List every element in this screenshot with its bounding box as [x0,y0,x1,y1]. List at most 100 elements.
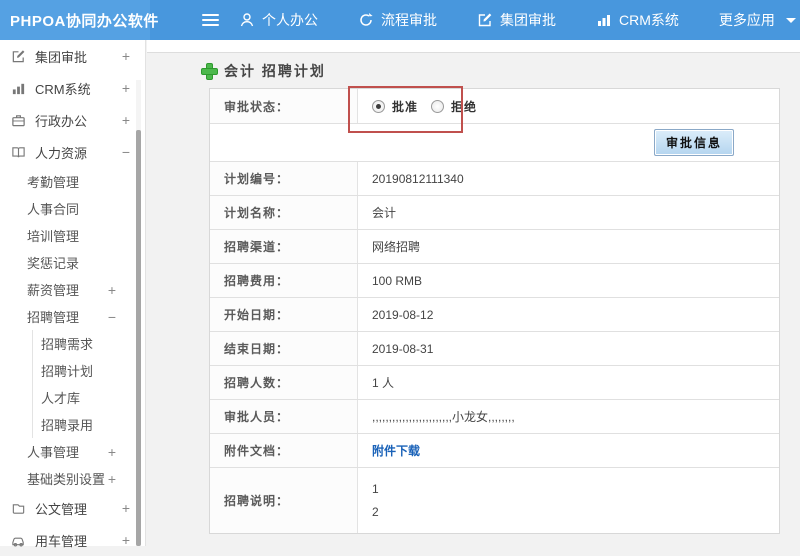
edit-square-icon [10,48,26,64]
content-top-strip [147,40,800,53]
approval-info-button[interactable]: 审批信息 [654,129,734,156]
sidebar-item-label: 薪资管理 [27,280,79,299]
field-label: 审批状态： [210,89,357,123]
edit-square-icon [477,12,493,28]
sidebar-item-attendance-mgmt[interactable]: 考勤管理 [0,168,145,195]
approve-radio-option[interactable]: 批准 [372,98,418,115]
radio-label: 批准 [392,98,418,115]
description-line: 2 [372,505,379,519]
add-plus-icon [201,63,216,78]
nav-label: 流程审批 [381,10,437,30]
nav-personal-office[interactable]: 个人办公 [219,0,338,40]
approval-button-row: 审批信息 [210,123,779,161]
nav-label: CRM系统 [619,10,679,30]
expand-plus-icon[interactable]: + [108,444,116,460]
field-label: 结束日期： [210,332,357,365]
sidebar-item-personnel-mgmt[interactable]: 人事管理 + [0,438,145,465]
reject-radio-option[interactable]: 拒绝 [431,98,477,115]
bar-chart-icon [596,12,612,28]
sidebar-item-label: 基础类别设置 [27,469,105,488]
sidebar-item-salary-mgmt[interactable]: 薪资管理 + [0,276,145,303]
table-row: 审批人员： ,,,,,,,,,,,,,,,,,,,,,,,,小龙女,,,,,,,… [210,399,779,433]
sidebar-item-recruit-plan[interactable]: 招聘计划 [0,357,145,384]
sidebar-item-label: 公文管理 [35,499,87,518]
collapse-minus-icon[interactable]: − [122,144,130,160]
collapse-minus-icon[interactable]: − [108,309,116,325]
field-label: 招聘费用： [210,264,357,297]
field-label: 开始日期： [210,298,357,331]
sidebar-item-recruit-demand[interactable]: 招聘需求 [0,330,145,357]
sidebar-item-label: 招聘管理 [27,307,79,326]
chevron-down-icon [786,18,796,23]
sidebar-item-label: 人事管理 [27,442,79,461]
expand-plus-icon[interactable]: + [122,112,130,128]
attachment-download-link[interactable]: 附件下载 [372,442,420,459]
table-row: 计划名称： 会计 [210,195,779,229]
sidebar-item-label: CRM系统 [35,79,91,98]
table-row: 招聘渠道： 网络招聘 [210,229,779,263]
sidebar-item-reward-records[interactable]: 奖惩记录 [0,249,145,276]
field-label: 审批人员： [210,400,357,433]
nav-label: 更多应用 [719,10,775,30]
sidebar-item-label: 行政办公 [35,111,87,130]
nav-crm-system[interactable]: CRM系统 [576,0,699,40]
sidebar-item-talent-pool[interactable]: 人才库 [0,384,145,411]
sidebar-item-label: 招聘需求 [41,334,93,353]
sidebar-item-label: 培训管理 [27,226,79,245]
page-title-row: 会计 招聘计划 [201,62,800,79]
sidebar-item-crm-system[interactable]: CRM系统 + [0,72,145,104]
sidebar-item-recruit-mgmt[interactable]: 招聘管理 − [0,303,145,330]
nav-label: 个人办公 [262,10,318,30]
radio-label: 拒绝 [451,98,477,115]
sidebar-item-label: 人才库 [41,388,80,407]
book-icon [10,144,26,160]
sidebar-item-recruit-hire[interactable]: 招聘录用 [0,411,145,438]
sidebar-item-label: 人力资源 [35,143,87,162]
recruit-plan-detail-panel: 审批状态： 批准 拒绝 审批信息 计划编号： 20190812111340 计划… [209,88,780,534]
approval-options-cell: 批准 拒绝 [357,89,779,123]
expand-plus-icon[interactable]: + [122,500,130,516]
app-logo: PHPOA协同办公软件 [0,0,150,40]
expand-plus-icon[interactable]: + [122,48,130,64]
field-value: ,,,,,,,,,,,,,,,,,,,,,,,,小龙女,,,,,,,, [357,400,779,433]
hamburger-menu-icon[interactable] [202,0,219,40]
sidebar-item-label: 招聘计划 [41,361,93,380]
attachment-row: 附件文档： 附件下载 [210,433,779,467]
top-navigation: 个人办公 流程审批 集团审批 CRM系统 更多应用 [219,0,800,40]
expand-plus-icon[interactable]: + [122,80,130,96]
sidebar-scrollbar-thumb[interactable] [136,130,141,546]
sidebar-item-admin-office[interactable]: 行政办公 + [0,104,145,136]
table-row: 招聘人数： 1 人 [210,365,779,399]
field-label: 招聘说明： [210,468,357,533]
nav-label: 集团审批 [500,10,556,30]
approval-status-row: 审批状态： 批准 拒绝 [210,89,779,123]
sidebar-item-group-approval[interactable]: 集团审批 + [0,40,145,72]
nav-more-apps[interactable]: 更多应用 [699,0,800,40]
table-row: 计划编号： 20190812111340 [210,161,779,195]
description-line: 1 [372,482,379,496]
radio-button-approve[interactable] [372,100,385,113]
nav-process-approval[interactable]: 流程审批 [338,0,457,40]
table-row: 开始日期： 2019-08-12 [210,297,779,331]
document-icon [10,500,26,516]
field-value: 20190812111340 [357,162,779,195]
field-value: 2019-08-12 [357,298,779,331]
description-cell: 1 2 [357,468,779,533]
sidebar-item-label: 招聘录用 [41,415,93,434]
expand-plus-icon[interactable]: + [108,282,116,298]
field-label: 计划编号： [210,162,357,195]
person-icon [239,12,255,28]
expand-plus-icon[interactable]: + [108,471,116,487]
nav-group-approval[interactable]: 集团审批 [457,0,576,40]
sidebar-item-document-mgmt[interactable]: 公文管理 + [0,492,145,524]
sidebar-item-human-resources[interactable]: 人力资源 − [0,136,145,168]
process-arrow-icon [358,12,374,28]
sidebar-item-label: 集团审批 [35,47,87,66]
sidebar-item-base-category-settings[interactable]: 基础类别设置 + [0,465,145,492]
sidebar-item-training-mgmt[interactable]: 培训管理 [0,222,145,249]
sidebar-item-vehicle-mgmt[interactable]: 用车管理 + [0,524,145,556]
field-label: 附件文档： [210,434,357,467]
radio-button-reject[interactable] [431,100,444,113]
field-label: 招聘人数： [210,366,357,399]
sidebar-item-hr-contract[interactable]: 人事合同 [0,195,145,222]
